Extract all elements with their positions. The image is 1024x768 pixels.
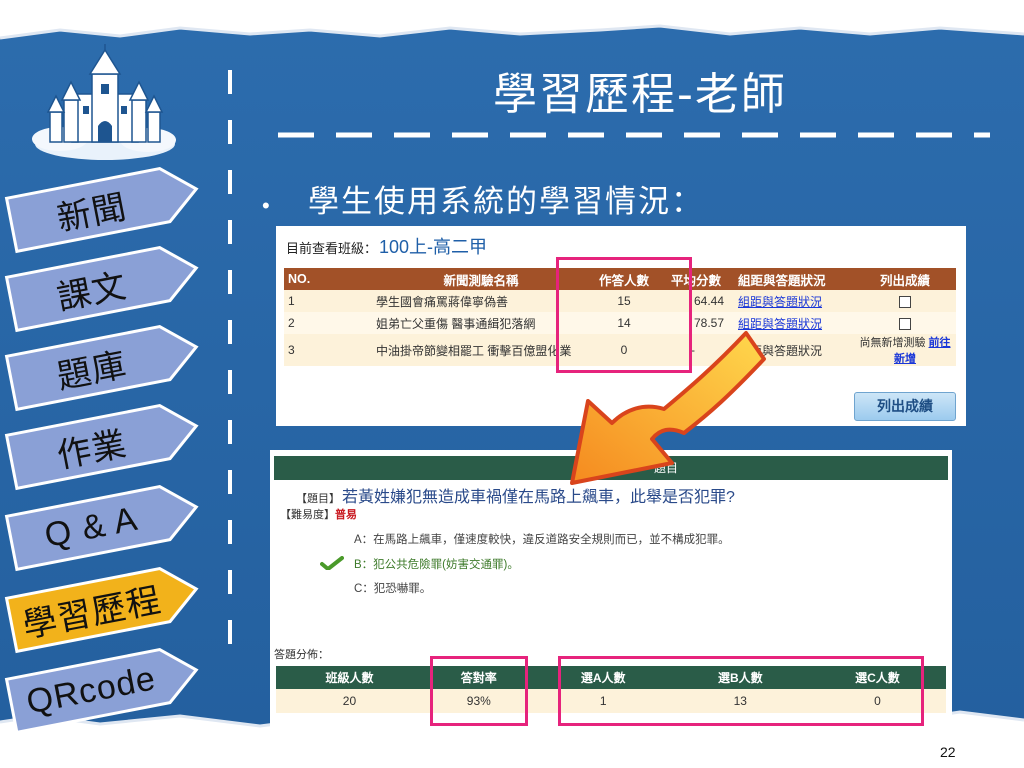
class-count-cell: 20 <box>276 689 423 713</box>
bullet-text: 學生使用系統的學習情況： <box>308 184 704 220</box>
arrow-icon <box>570 331 766 485</box>
column-header: 列出成績 <box>854 268 956 290</box>
list-scores-button[interactable]: 列出成績 <box>854 392 956 421</box>
column-header: 班級人數 <box>276 666 423 689</box>
title-underline <box>278 132 990 138</box>
vertical-divider <box>228 70 232 670</box>
option-a: A：在馬路上飆車，僅速度較快，違反道路安全規則而已，並不構成犯罪。 <box>354 534 730 546</box>
question-text: 若黃姓嫌犯無造成車禍僅在馬路上飆車，此舉是否犯罪? <box>342 489 735 506</box>
column-header: NO. <box>284 268 372 290</box>
class-label: 目前查看班級： <box>286 241 378 256</box>
difficulty-label: 【難易度】 <box>280 509 335 521</box>
column-header: 組距與答題狀況 <box>734 268 854 290</box>
distribution-link[interactable]: 組距與答題狀況 <box>738 295 822 309</box>
difficulty-value: 普易 <box>335 509 357 521</box>
highlight-box-choices <box>558 656 924 726</box>
list-score-checkbox[interactable] <box>899 317 911 330</box>
page-number: 22 <box>940 744 956 760</box>
no-exam-text: 尚無新增測驗 <box>859 337 926 349</box>
difficulty-line: 【難易度】普易 <box>280 506 357 522</box>
row-number: 1 <box>284 290 372 312</box>
class-value: 100上-高二甲 <box>379 237 488 257</box>
distribution-label: 答題分佈： <box>274 649 329 661</box>
row-number: 3 <box>284 334 372 366</box>
row-number: 2 <box>284 312 372 334</box>
highlight-box-correct-rate <box>430 656 528 726</box>
slide-title: 學習歷程-老師 <box>493 69 787 120</box>
class-line: 目前查看班級： 100上-高二甲 <box>286 233 487 259</box>
question-bracket-label: 【題目】 <box>296 493 340 505</box>
option-b: B：犯公共危險罪(妨害交通罪)。 <box>354 559 519 571</box>
list-score-cell: 尚無新增測驗 前往新增 <box>854 334 956 366</box>
castle-logo-icon <box>32 44 176 160</box>
list-score-checkbox[interactable] <box>899 295 911 308</box>
bullet-icon: • <box>262 193 270 218</box>
option-c: C：犯恐嚇罪。 <box>354 583 432 595</box>
correct-check-icon <box>320 556 344 570</box>
